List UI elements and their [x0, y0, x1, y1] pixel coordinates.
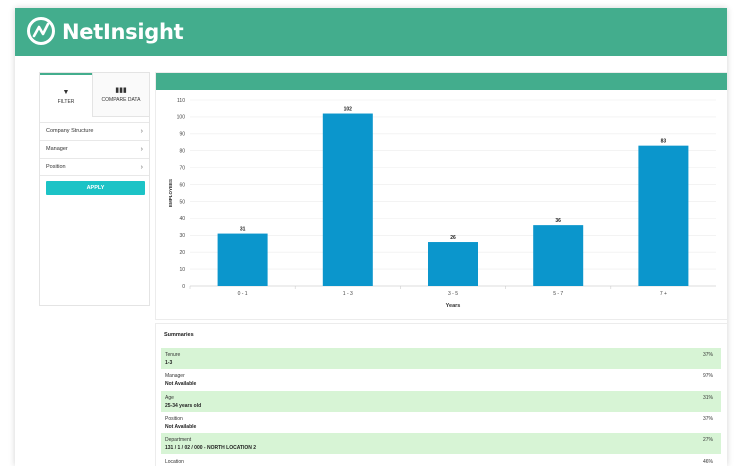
brand-name: NetInsight	[62, 20, 184, 44]
bar-value-label: 36	[555, 218, 561, 224]
summary-value: 25-34 years old	[165, 402, 202, 409]
filter-item-position[interactable]: Position ›	[40, 158, 149, 176]
y-tick-label: 90	[179, 132, 185, 138]
y-tick-label: 30	[179, 233, 185, 239]
filter-item-company-structure[interactable]: Company Structure ›	[40, 122, 149, 140]
y-tick-label: 80	[179, 149, 185, 155]
x-tick-label: 5 - 7	[553, 291, 563, 297]
bar-value-label: 102	[344, 107, 353, 113]
y-axis-title: EMPLOYEES	[168, 179, 173, 207]
summary-percent: 31%	[702, 394, 713, 401]
summary-row: Position Not Available 37%	[161, 412, 721, 433]
tab-filter[interactable]: ▼ FILTER	[40, 73, 92, 117]
summaries-title: Summaries	[164, 332, 194, 338]
summary-label: Department	[165, 437, 192, 444]
bar	[638, 145, 689, 286]
x-axis-title: Years	[446, 303, 461, 309]
bar	[533, 225, 584, 286]
app-window: NetInsight ▼ FILTER ▮▮▮ COMPARE DATA Com…	[15, 8, 727, 466]
tab-filter-label: FILTER	[57, 99, 75, 105]
bar-value-label: 83	[661, 139, 667, 145]
x-tick-label: 0 - 1	[238, 291, 248, 297]
y-tick-label: 20	[179, 250, 185, 256]
summary-value: Not Available	[165, 381, 197, 388]
y-tick-label: 0	[182, 284, 185, 290]
bar	[322, 113, 373, 286]
panel-tabs: ▼ FILTER ▮▮▮ COMPARE DATA	[40, 73, 149, 117]
summary-percent: 27%	[702, 437, 713, 444]
y-tick-label: 10	[179, 267, 185, 273]
summary-row: Location131 / 00046%	[161, 455, 721, 466]
y-tick-label: 70	[179, 165, 185, 171]
summary-percent: 37%	[702, 415, 713, 422]
summary-row: Tenure 1-3 37%	[161, 348, 721, 369]
y-tick-label: 110	[177, 98, 185, 104]
summary-label: Location	[165, 458, 184, 465]
summary-value: 1-3	[165, 360, 173, 366]
summary-row: Manager Not Available 97%	[161, 369, 721, 390]
filter-item-label: Company Structure	[46, 128, 94, 134]
chevron-right-icon: ›	[140, 164, 143, 171]
filter-icon: ▼	[62, 89, 70, 96]
summary-label: Position	[165, 415, 183, 422]
netinsight-logo-icon	[27, 17, 55, 45]
filter-item-manager[interactable]: Manager ›	[40, 140, 149, 158]
summary-row: Department 131 / 1 / 02 / 000 - NORTH LOC…	[161, 433, 721, 455]
apply-button[interactable]: APPLY	[46, 181, 145, 195]
y-tick-label: 40	[179, 216, 185, 222]
filter-panel: ▼ FILTER ▮▮▮ COMPARE DATA Company Struct…	[39, 72, 150, 306]
filter-item-label: Position	[46, 164, 66, 170]
filter-item-label: Manager	[46, 146, 68, 152]
summary-percent: 97%	[702, 373, 713, 380]
x-tick-label: 7 +	[660, 291, 667, 297]
bar-value-label: 26	[450, 235, 456, 241]
summary-percent: 37%	[702, 352, 713, 358]
summaries-card: Summaries Tenure 1-3 37% Manager Not Availab…	[155, 323, 727, 466]
summary-row: Age 25-34 years old 31%	[161, 390, 721, 412]
chevron-right-icon: ›	[140, 146, 143, 153]
bar	[428, 242, 478, 286]
bar-value-label: 31	[240, 227, 246, 233]
chevron-right-icon: ›	[140, 128, 143, 135]
y-tick-label: 50	[179, 199, 185, 205]
y-tick-label: 60	[179, 182, 185, 188]
summary-value: Not Available	[165, 423, 197, 430]
summary-percent: 46%	[702, 458, 713, 465]
bar-chart-icon: ▮▮▮	[115, 87, 127, 94]
summary-label: Tenure	[165, 352, 181, 358]
x-tick-label: 3 - 5	[448, 291, 458, 297]
app-header: NetInsight	[15, 8, 727, 56]
chart-card: 0 10 20 30 40 50 60 70 80 90 100 110 31 0 - 1 102 1 - 3…	[155, 72, 727, 320]
summary-label: Age	[165, 394, 174, 401]
tab-compare-label: COMPARE DATA	[101, 97, 141, 103]
tenure-bar-chart: 0 10 20 30 40 50 60 70 80 90 100 110 31 0 - 1 102 1 - 3…	[168, 98, 716, 309]
x-tick-label: 1 - 3	[343, 291, 353, 297]
chart-header-bar	[156, 73, 727, 90]
summary-value: 131 / 1 / 02 / 000 - NORTH LOCATION 2	[165, 445, 257, 452]
y-tick-label: 100	[177, 115, 186, 121]
bar	[217, 233, 268, 286]
tab-compare-data[interactable]: ▮▮▮ COMPARE DATA	[92, 73, 149, 117]
summary-label: Manager	[165, 373, 185, 380]
